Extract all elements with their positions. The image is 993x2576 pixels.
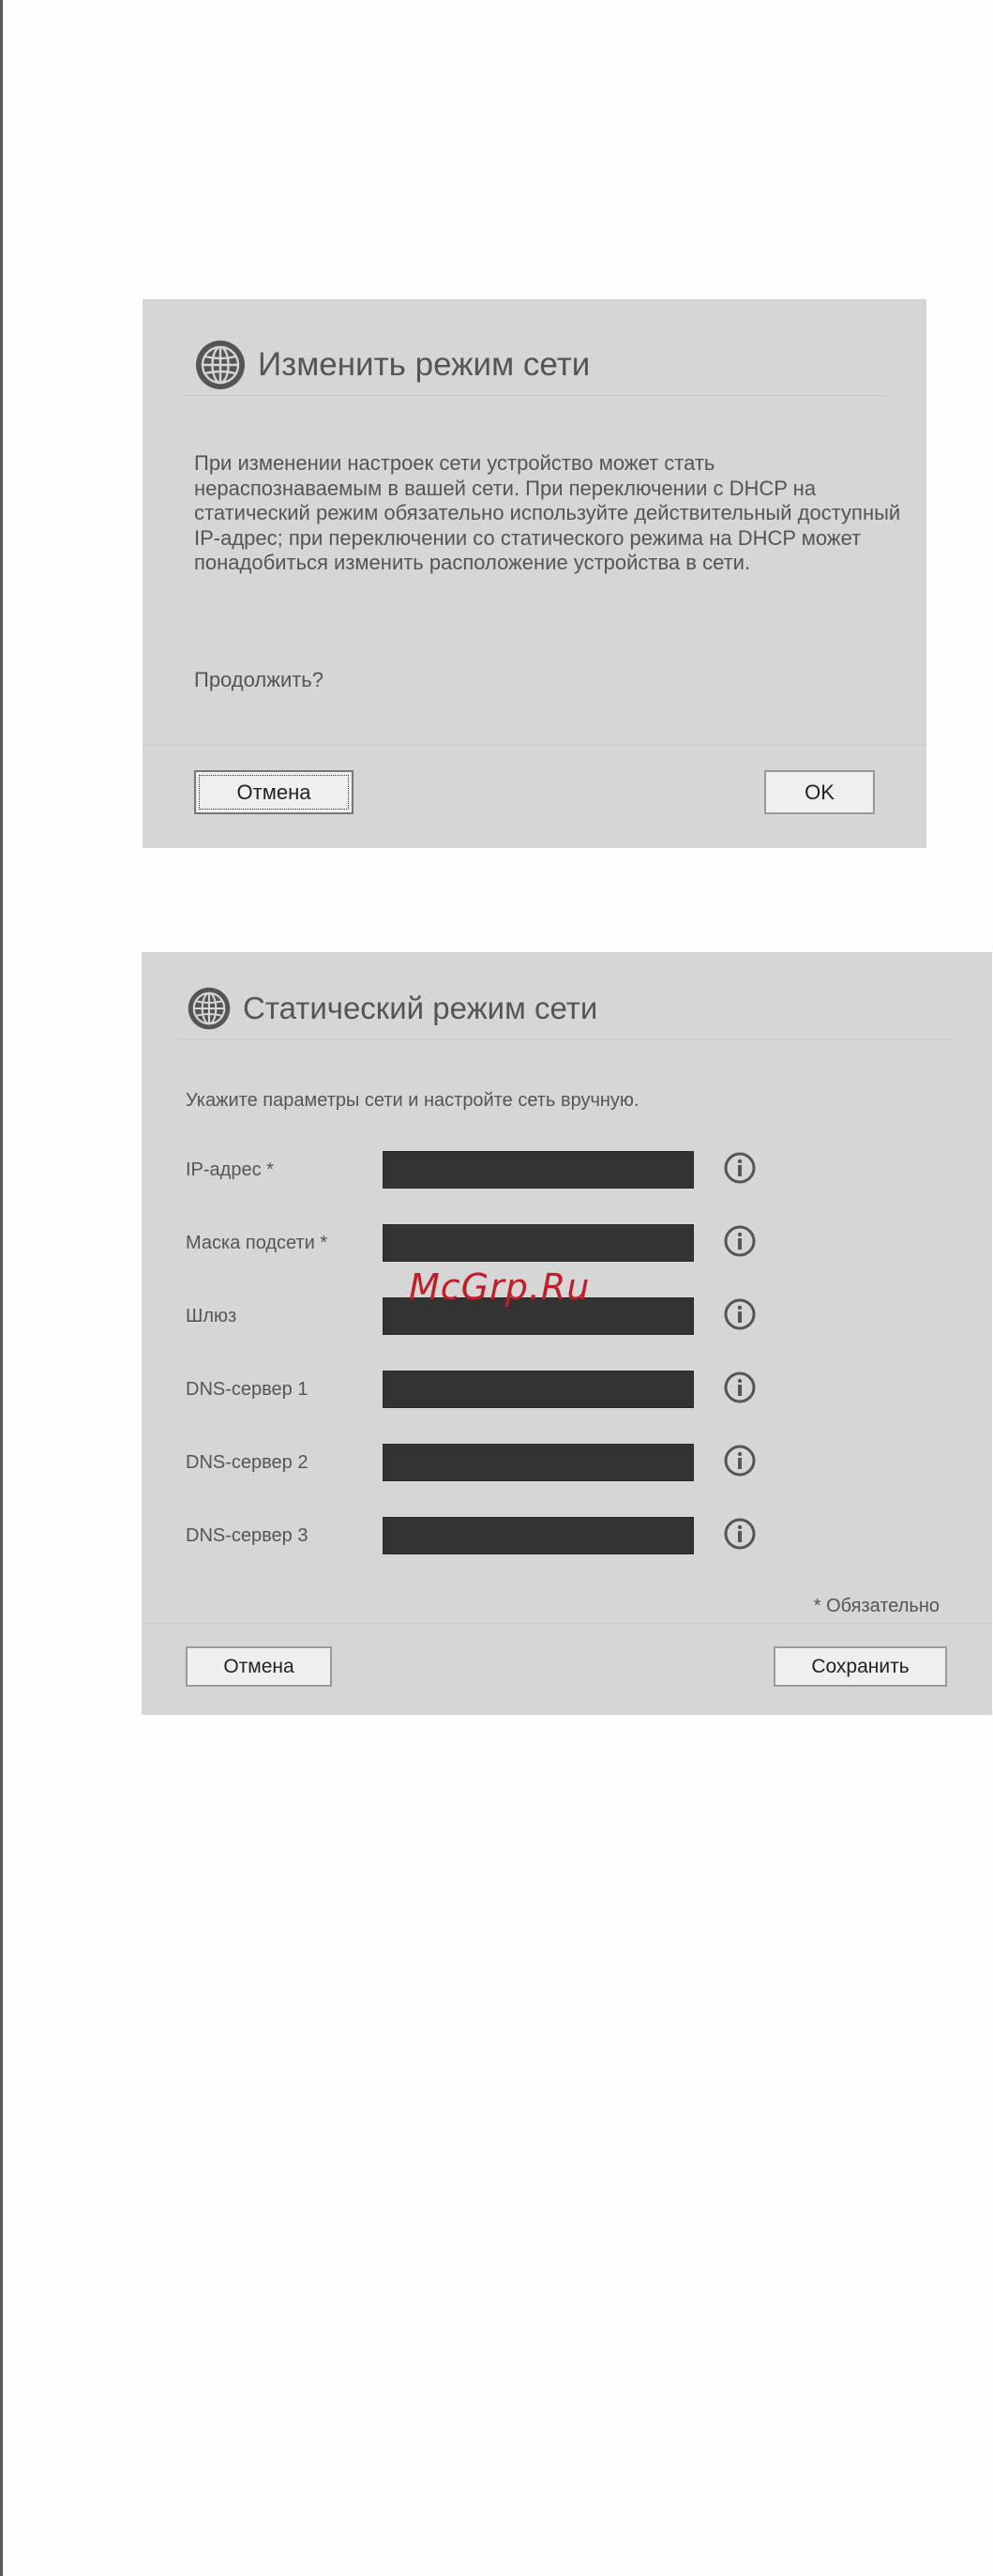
dialog-title: Статический режим сети: [243, 991, 598, 1025]
change-network-mode-dialog: Изменить режим сети При изменении настро…: [143, 299, 926, 848]
required-note: * Обязательно: [813, 1596, 940, 1616]
cancel-button[interactable]: Отмена: [194, 770, 354, 814]
cancel-button[interactable]: Отмена: [186, 1646, 332, 1687]
field-row-dns2: DNS-сервер 2: [186, 1444, 757, 1481]
globe-icon: [187, 986, 232, 1031]
gateway-label: Шлюз: [186, 1305, 237, 1326]
dialog-header: Статический режим сети: [187, 986, 597, 1031]
info-icon[interactable]: [723, 1444, 757, 1482]
page-left-border: [0, 0, 3, 2576]
ip-address-label: IP-адрес *: [186, 1159, 274, 1180]
info-icon[interactable]: [723, 1517, 757, 1555]
dns1-label: DNS-сервер 1: [186, 1378, 308, 1400]
footer-divider: [142, 1623, 992, 1624]
static-network-mode-dialog: Статический режим сети Укажите параметры…: [142, 952, 992, 1715]
warning-message: При изменении настроек сети устройство м…: [194, 451, 901, 574]
subnet-mask-label: Маска подсети *: [186, 1232, 328, 1253]
ok-button[interactable]: OK: [764, 770, 875, 814]
dns3-label: DNS-сервер 3: [186, 1524, 308, 1546]
confirm-question: Продолжить?: [194, 668, 324, 691]
dns1-input[interactable]: [383, 1371, 694, 1408]
dialog-header: Изменить режим сети: [194, 339, 590, 391]
field-row-dns1: DNS-сервер 1: [186, 1371, 757, 1408]
info-icon[interactable]: [723, 1224, 757, 1263]
globe-icon: [194, 339, 247, 391]
dialog-intro: Укажите параметры сети и настройте сеть …: [186, 1090, 639, 1111]
field-row-dns3: DNS-сервер 3: [186, 1517, 757, 1554]
dns2-input[interactable]: [383, 1444, 694, 1481]
field-row-subnet: Маска подсети *: [186, 1224, 757, 1262]
footer-divider: [143, 745, 926, 746]
field-row-ip: IP-адрес *: [186, 1151, 757, 1189]
info-icon[interactable]: [723, 1151, 757, 1190]
subnet-mask-input[interactable]: [383, 1224, 694, 1262]
dns3-input[interactable]: [383, 1517, 694, 1554]
info-icon[interactable]: [723, 1371, 757, 1409]
dialog-title: Изменить режим сети: [258, 346, 591, 383]
info-icon[interactable]: [723, 1297, 757, 1336]
ip-address-input[interactable]: [383, 1151, 694, 1189]
watermark: McGrp.Ru: [409, 1266, 591, 1308]
dns2-label: DNS-сервер 2: [186, 1451, 308, 1473]
header-divider: [177, 1039, 956, 1040]
header-divider: [180, 395, 889, 396]
save-button[interactable]: Сохранить: [774, 1646, 947, 1687]
